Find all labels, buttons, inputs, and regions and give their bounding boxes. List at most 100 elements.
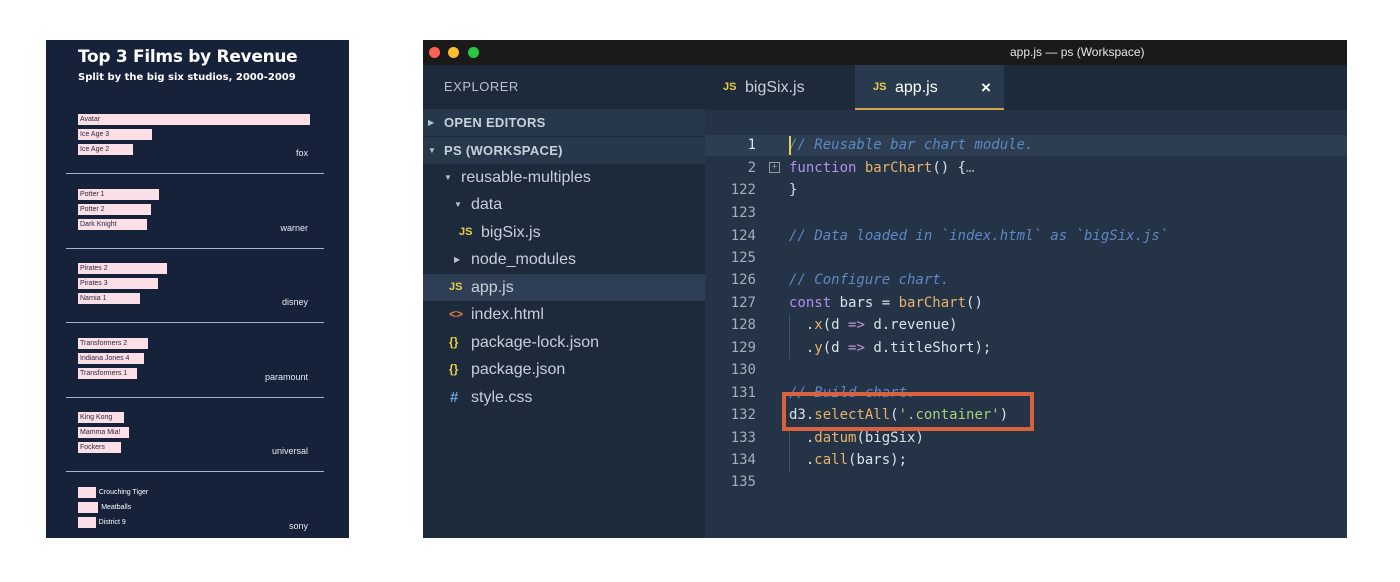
tree-item-label: node_modules	[471, 251, 576, 268]
code-token: .	[789, 340, 815, 356]
facet-disney: Pirates 2 Pirates 3 Narnia 1 disney	[66, 260, 324, 320]
open-editors-section[interactable]: ▶ OPEN EDITORS	[423, 109, 705, 136]
line-number: 122	[730, 182, 756, 198]
code-line-127: const bars = barChart()	[789, 292, 983, 314]
facet-divider	[66, 247, 324, 249]
chart-panel: Top 3 Films by Revenue Split by the big …	[46, 40, 349, 538]
code-token: datum	[814, 430, 857, 446]
tree-item-bigsix-js[interactable]: JS bigSix.js	[423, 219, 705, 246]
tab-bigsix-js[interactable]: JS bigSix.js	[705, 65, 855, 110]
tree-item-node-modules[interactable]: ▶ node_modules	[423, 246, 705, 273]
line-number: 135	[730, 474, 756, 490]
tree-item-label: index.html	[471, 306, 544, 323]
code-editor-window: app.js — ps (Workspace) EXPLORER ▶ OPEN …	[423, 40, 1347, 538]
chart-subtitle: Split by the big six studios, 2000-2009	[78, 72, 296, 83]
line-number: 129	[730, 340, 756, 356]
json-file-icon: {}	[449, 362, 459, 376]
code-token: // Configure chart.	[789, 272, 950, 288]
code-token: () {	[932, 160, 967, 176]
bar-label: District 9	[98, 518, 126, 526]
workspace-section[interactable]: ▼ PS (WORKSPACE)	[423, 137, 705, 164]
css-file-icon: #	[450, 389, 459, 406]
line-number: 131	[730, 385, 756, 401]
text-cursor	[789, 136, 791, 155]
tree-item-index-html[interactable]: <> index.html	[423, 301, 705, 328]
annotation-highlight-box	[782, 392, 1034, 431]
code-token: =>	[848, 317, 865, 333]
tree-item-style-css[interactable]: # style.css	[423, 384, 705, 411]
code-token: }	[789, 182, 798, 198]
facet-divider	[66, 471, 324, 472]
line-number: 2	[747, 160, 756, 176]
tree-item-package-json[interactable]: {} package.json	[423, 356, 705, 383]
studio-label: paramount	[264, 371, 308, 382]
bar-label: Narnia 1	[80, 295, 107, 302]
code-area[interactable]: 1 2 122 123 124 125 126 127 128 129 130 …	[705, 110, 1347, 538]
tab-label: app.js	[895, 79, 938, 96]
caret-down-icon: ▼	[428, 146, 436, 155]
bar-label: Mamma Mia!	[80, 429, 121, 436]
close-window-button[interactable]	[429, 47, 440, 58]
tree-item-label: package-lock.json	[471, 334, 600, 351]
editor-tab-bar: JS bigSix.js JS app.js ×	[705, 65, 1347, 110]
code-token: // Reusable bar chart module.	[789, 137, 1034, 153]
code-token: barChart	[864, 160, 933, 176]
bar-label: Fockers	[80, 444, 105, 451]
code-token: // Data loaded in `index.html` as `bigSi…	[789, 228, 1169, 244]
studio-label: fox	[295, 148, 308, 158]
line-number: 128	[730, 317, 756, 333]
studio-label: sony	[288, 520, 308, 531]
tab-label: bigSix.js	[745, 79, 805, 96]
maximize-window-button[interactable]	[468, 47, 479, 58]
json-file-icon: {}	[449, 335, 459, 349]
line-number: 126	[730, 272, 756, 288]
code-line-122: }	[789, 179, 797, 201]
explorer-sidebar: EXPLORER ▶ OPEN EDITORS ▼ PS (WORKSPACE)…	[423, 65, 705, 538]
line-number: 134	[730, 452, 756, 468]
line-number: 125	[730, 250, 756, 266]
facet-universal: King Kong Mamma Mia! Fockers universal	[66, 409, 324, 469]
caret-down-icon: ▼	[444, 173, 452, 182]
code-token: bars =	[831, 295, 899, 311]
code-line-1: // Reusable bar chart module.	[789, 134, 1033, 156]
tree-item-label: app.js	[471, 279, 514, 296]
code-token: function	[789, 160, 857, 176]
code-line-128: .x(d => d.revenue)	[789, 314, 958, 336]
facet-divider	[66, 396, 324, 398]
code-token: (bars);	[848, 452, 908, 468]
tree-item-data[interactable]: ▼ data	[423, 191, 705, 218]
tree-item-reusable-multiples[interactable]: ▼ reusable-multiples	[423, 164, 705, 191]
minimize-window-button[interactable]	[448, 47, 459, 58]
fold-expand-icon[interactable]: +	[769, 162, 780, 173]
code-token: .	[789, 430, 815, 446]
code-token: x	[814, 317, 823, 333]
tab-app-js[interactable]: JS app.js ×	[855, 65, 1004, 110]
facet-divider	[66, 173, 324, 174]
bar-label: Crouching Tiger	[98, 488, 149, 496]
explorer-header: EXPLORER	[444, 79, 519, 94]
bar-label: Pirates 3	[80, 280, 108, 287]
js-file-icon: JS	[459, 226, 473, 238]
code-line-134: .call(bars);	[789, 449, 907, 471]
fold-ellipsis-icon[interactable]: …	[966, 160, 974, 176]
tree-item-label: data	[471, 196, 503, 213]
code-line-2: function barChart() {…	[789, 157, 974, 179]
code-line-126: // Configure chart.	[789, 269, 949, 291]
bar-label: Transformers 1	[80, 369, 128, 377]
tree-item-label: bigSix.js	[481, 224, 541, 241]
facet-paramount: Transformers 2 Indiana Jones 4 Transformer…	[66, 335, 324, 395]
code-line-124: // Data loaded in `index.html` as `bigSi…	[789, 225, 1168, 247]
tree-item-app-js[interactable]: JS app.js	[423, 274, 705, 301]
tree-item-package-lock-json[interactable]: {} package-lock.json	[423, 329, 705, 356]
window-title: app.js — ps (Workspace)	[1010, 45, 1145, 59]
bar-label: Dark Knight	[80, 220, 117, 228]
bar-label: Transformers 2	[80, 339, 128, 347]
close-icon[interactable]: ×	[981, 65, 991, 110]
bar-label: Ice Age 2	[80, 146, 110, 153]
chart-title: Top 3 Films by Revenue	[78, 47, 298, 67]
code-token: d.revenue)	[864, 317, 958, 333]
code-token: .	[789, 452, 815, 468]
code-token: d.titleShort);	[864, 340, 992, 356]
caret-down-icon: ▼	[454, 200, 462, 209]
open-editors-label: OPEN EDITORS	[444, 115, 546, 130]
